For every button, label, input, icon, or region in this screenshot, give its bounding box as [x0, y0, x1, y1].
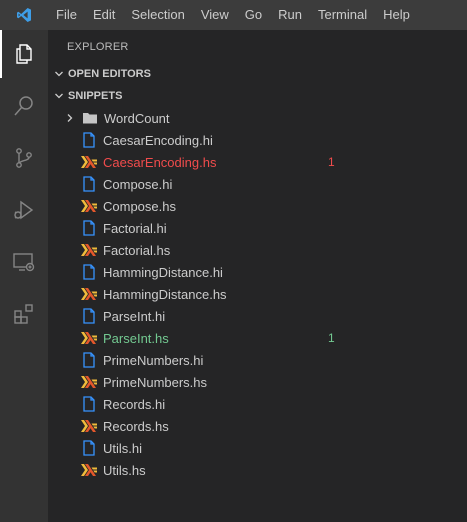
haskell-file-icon — [81, 330, 97, 346]
menu-file[interactable]: File — [48, 0, 85, 30]
source-control-activity-button[interactable] — [0, 134, 48, 182]
folder-item-wordcount[interactable]: WordCount — [48, 107, 467, 129]
file-label: ParseInt.hi — [103, 308, 166, 324]
file-item[interactable]: CaesarEncoding.hs 1 — [48, 151, 467, 173]
search-activity-button[interactable] — [0, 82, 48, 130]
file-item[interactable]: HammingDistance.hs — [48, 283, 467, 305]
file-item[interactable]: PrimeNumbers.hs — [48, 371, 467, 393]
search-icon — [14, 96, 33, 116]
haskell-file-icon — [81, 154, 97, 170]
source-control-icon — [16, 148, 32, 168]
file-icon — [81, 440, 97, 456]
file-label: ParseInt.hs — [103, 330, 169, 346]
file-item[interactable]: Compose.hs — [48, 195, 467, 217]
menu-bar: File Edit Selection View Go Run Terminal… — [48, 0, 418, 30]
remote-explorer-icon — [13, 253, 35, 272]
file-item[interactable]: Compose.hi — [48, 173, 467, 195]
file-icon — [81, 132, 97, 148]
activity-bar — [0, 30, 48, 522]
explorer-activity-button[interactable] — [0, 30, 48, 78]
haskell-file-icon — [81, 462, 97, 478]
title-bar: File Edit Selection View Go Run Terminal… — [0, 0, 467, 30]
file-item[interactable]: Factorial.hs — [48, 239, 467, 261]
menu-go[interactable]: Go — [237, 0, 270, 30]
files-icon — [16, 44, 32, 64]
file-item[interactable]: Factorial.hi — [48, 217, 467, 239]
chevron-down-icon — [50, 69, 68, 79]
file-label: PrimeNumbers.hi — [103, 352, 204, 368]
chevron-right-icon — [64, 110, 76, 126]
folder-icon — [82, 110, 98, 126]
file-item[interactable]: ParseInt.hi — [48, 305, 467, 327]
file-label: Compose.hi — [103, 176, 173, 192]
run-debug-icon — [14, 200, 34, 220]
file-icon — [81, 308, 97, 324]
problem-count-badge: 1 — [328, 155, 335, 169]
folder-label: WordCount — [104, 110, 170, 126]
haskell-file-icon — [81, 242, 97, 258]
file-label: Factorial.hs — [103, 242, 171, 258]
menu-edit[interactable]: Edit — [85, 0, 123, 30]
file-label: Utils.hs — [103, 462, 146, 478]
file-item[interactable]: Utils.hi — [48, 437, 467, 459]
file-item[interactable]: CaesarEncoding.hi — [48, 129, 467, 151]
file-icon — [81, 264, 97, 280]
snippets-section-header[interactable]: SNIPPETS — [48, 85, 467, 107]
file-item[interactable]: PrimeNumbers.hi — [48, 349, 467, 371]
menu-run[interactable]: Run — [270, 0, 310, 30]
explorer-title: EXPLORER — [67, 41, 129, 53]
file-label: PrimeNumbers.hs — [103, 374, 208, 390]
file-label: Compose.hs — [103, 198, 176, 214]
menu-view[interactable]: View — [193, 0, 237, 30]
explorer-sidebar: EXPLORER OPEN EDITORS SNIPPETS WordCount… — [48, 30, 467, 522]
file-label: CaesarEncoding.hi — [103, 132, 213, 148]
extensions-icon — [14, 304, 33, 324]
haskell-file-icon — [81, 418, 97, 434]
file-label: HammingDistance.hs — [103, 286, 227, 302]
run-debug-activity-button[interactable] — [0, 186, 48, 234]
file-icon — [81, 176, 97, 192]
haskell-file-icon — [81, 374, 97, 390]
snippets-label: SNIPPETS — [68, 90, 123, 102]
menu-terminal[interactable]: Terminal — [310, 0, 375, 30]
file-item[interactable]: HammingDistance.hi — [48, 261, 467, 283]
file-icon — [81, 396, 97, 412]
menu-help[interactable]: Help — [375, 0, 418, 30]
file-label: Utils.hi — [103, 440, 143, 456]
file-item[interactable]: ParseInt.hs 1 — [48, 327, 467, 349]
extensions-activity-button[interactable] — [0, 290, 48, 338]
vscode-logo-icon — [0, 0, 48, 30]
file-item[interactable]: Utils.hs — [48, 459, 467, 481]
chevron-down-icon — [50, 91, 68, 101]
file-item[interactable]: Records.hi — [48, 393, 467, 415]
open-editors-label: OPEN EDITORS — [68, 68, 151, 80]
file-item[interactable]: Records.hs — [48, 415, 467, 437]
file-label: Factorial.hi — [103, 220, 167, 236]
file-label: Records.hs — [103, 418, 169, 434]
haskell-file-icon — [81, 286, 97, 302]
file-icon — [81, 220, 97, 236]
menu-selection[interactable]: Selection — [123, 0, 192, 30]
open-editors-section-header[interactable]: OPEN EDITORS — [48, 63, 467, 85]
problem-count-badge: 1 — [328, 331, 335, 345]
file-label: CaesarEncoding.hs — [103, 154, 217, 170]
file-icon — [81, 352, 97, 368]
haskell-file-icon — [81, 198, 97, 214]
file-label: HammingDistance.hi — [103, 264, 223, 280]
remote-explorer-activity-button[interactable] — [0, 238, 48, 286]
file-label: Records.hi — [103, 396, 166, 412]
